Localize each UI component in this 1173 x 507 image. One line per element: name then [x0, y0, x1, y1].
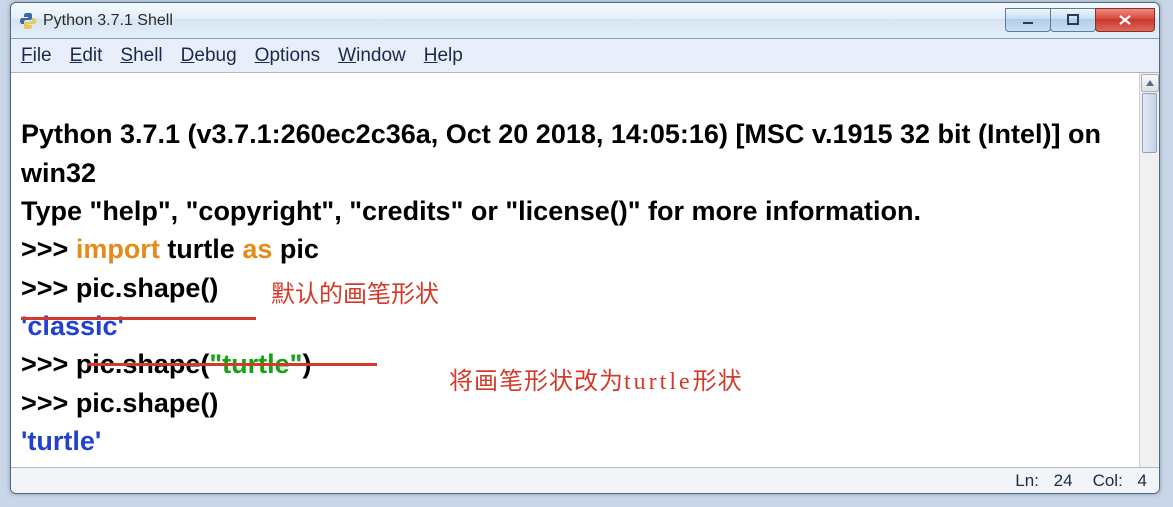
- keyword-as: as: [242, 234, 272, 264]
- keyword-import: import: [76, 234, 160, 264]
- code-text: pic.shape(): [76, 273, 219, 303]
- shell-window: Python 3.7.1 Shell File Edit Shell Debug…: [10, 2, 1160, 494]
- menu-file[interactable]: File: [21, 45, 52, 67]
- output-text: 'classic': [21, 311, 124, 341]
- underline-annotation: [21, 317, 256, 320]
- banner-line: Python 3.7.1 (v3.7.1:260ec2c36a, Oct 20 …: [21, 119, 1109, 187]
- code-text: pic: [272, 234, 319, 264]
- menu-debug[interactable]: Debug: [181, 45, 237, 67]
- annotation-part: turtle: [624, 369, 693, 395]
- window-title: Python 3.7.1 Shell: [43, 12, 1006, 30]
- status-ln: Ln: 24: [1005, 471, 1072, 491]
- close-button[interactable]: [1095, 8, 1155, 32]
- vertical-scrollbar[interactable]: [1139, 73, 1159, 467]
- output-text: 'turtle': [21, 426, 101, 456]
- scroll-thumb[interactable]: [1142, 93, 1157, 153]
- menu-edit[interactable]: Edit: [70, 45, 103, 67]
- annotation-text: 默认的画笔形状: [271, 278, 439, 312]
- minimize-button[interactable]: [1005, 8, 1051, 32]
- code-text: pic.shape(): [76, 388, 219, 418]
- python-icon: [19, 12, 37, 30]
- prompt: >>>: [21, 273, 76, 303]
- annotation-part: 形状: [693, 369, 743, 395]
- titlebar[interactable]: Python 3.7.1 Shell: [11, 3, 1159, 39]
- menu-help[interactable]: Help: [424, 45, 463, 67]
- annotation-part: 将画笔形状改为: [449, 369, 624, 395]
- shell-text[interactable]: Python 3.7.1 (v3.7.1:260ec2c36a, Oct 20 …: [11, 73, 1139, 467]
- annotation-text: 将画笔形状改为turtle形状: [393, 331, 743, 433]
- menu-window[interactable]: Window: [338, 45, 406, 67]
- content-area: Python 3.7.1 (v3.7.1:260ec2c36a, Oct 20 …: [11, 73, 1159, 467]
- prompt: >>>: [21, 388, 76, 418]
- scroll-up-button[interactable]: [1141, 74, 1159, 92]
- banner-line: Type "help", "copyright", "credits" or "…: [21, 196, 921, 226]
- status-col: Col: 4: [1083, 471, 1147, 491]
- prompt: >>>: [21, 349, 76, 379]
- maximize-button[interactable]: [1050, 8, 1096, 32]
- menu-options[interactable]: Options: [255, 45, 320, 67]
- statusbar: Ln: 24 Col: 4: [11, 467, 1159, 493]
- code-text: turtle: [160, 234, 243, 264]
- window-controls: [1006, 9, 1155, 33]
- underline-annotation: [87, 363, 377, 366]
- menu-shell[interactable]: Shell: [120, 45, 162, 67]
- prompt: >>>: [21, 234, 76, 264]
- menubar: File Edit Shell Debug Options Window Hel…: [11, 39, 1159, 73]
